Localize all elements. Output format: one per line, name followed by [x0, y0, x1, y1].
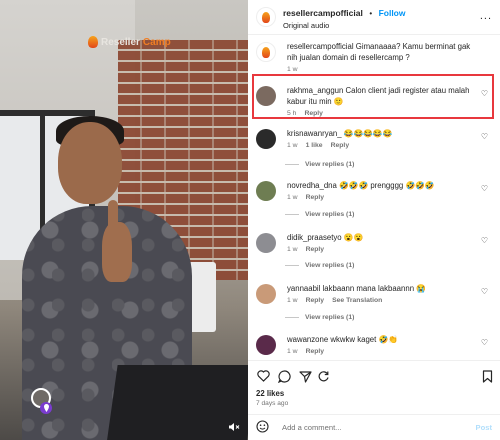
- like-comment-heart-icon[interactable]: ♡: [481, 184, 488, 193]
- reply-button[interactable]: Reply: [306, 194, 325, 201]
- reply-button[interactable]: Reply: [306, 297, 325, 304]
- comment-text: 😂😂😂😂😂: [343, 129, 393, 138]
- original-audio-link[interactable]: Original audio: [283, 21, 406, 31]
- pin-icon[interactable]: [40, 402, 52, 414]
- share-icon[interactable]: [298, 369, 312, 383]
- watermark-text-a: Reseller: [101, 36, 140, 48]
- view-replies-button[interactable]: View replies (1): [285, 262, 354, 269]
- resellercamp-logo-icon: [262, 46, 270, 58]
- bookmark-icon[interactable]: [480, 369, 494, 383]
- comment-time[interactable]: 1 w: [287, 142, 298, 149]
- emoji-icon[interactable]: [256, 419, 270, 436]
- resellercamp-logo-icon: [88, 36, 98, 48]
- comment-text: 🤣🤣🤣 prengggg 🤣🤣🤣: [339, 181, 435, 190]
- video-watermark: Reseller Camp: [88, 36, 171, 48]
- video-person-finger: [108, 200, 118, 232]
- video-person-head: [58, 122, 122, 204]
- comment-item: yannaabil lakbaann mana lakbaannn 😭 1 w R…: [256, 283, 492, 304]
- comment-username[interactable]: rakhma_anggun: [287, 86, 343, 95]
- comment-text: 😮😮: [343, 233, 364, 242]
- see-translation-button[interactable]: See Translation: [332, 297, 382, 304]
- comment-time[interactable]: 1 w: [287, 66, 298, 73]
- view-replies-label: View replies (1): [305, 211, 355, 218]
- add-comment-bar: Post: [248, 414, 500, 440]
- comment-username[interactable]: krisnawanryan_: [287, 129, 342, 138]
- post-button[interactable]: Post: [476, 423, 492, 432]
- view-replies-button[interactable]: View replies (1): [285, 211, 354, 218]
- like-comment-heart-icon[interactable]: ♡: [481, 89, 488, 98]
- view-replies-label: View replies (1): [305, 262, 355, 269]
- reply-button[interactable]: Reply: [304, 110, 323, 117]
- author-avatar[interactable]: [256, 7, 276, 27]
- heart-outline-icon[interactable]: [256, 369, 270, 383]
- comment-time[interactable]: 1 w: [287, 297, 298, 304]
- caption-avatar[interactable]: [256, 42, 276, 62]
- add-comment-input[interactable]: [282, 423, 452, 432]
- comment-time[interactable]: 1 w: [287, 348, 298, 355]
- reel-video[interactable]: Reseller Camp: [0, 0, 248, 440]
- reply-button[interactable]: Reply: [331, 142, 350, 149]
- reply-button[interactable]: Reply: [306, 246, 325, 253]
- comment-avatar[interactable]: [256, 335, 276, 355]
- comment-username[interactable]: wawanzone: [287, 335, 328, 344]
- view-replies-label: View replies (1): [305, 314, 355, 321]
- caption-comment: resellercampofficial Gimanaaaa? Kamu ber…: [256, 41, 492, 73]
- comment-text: lakbaann mana lakbaannn 😭: [322, 284, 426, 293]
- comment-username[interactable]: novredha_dna: [287, 181, 337, 190]
- comment-avatar[interactable]: [256, 233, 276, 253]
- like-comment-heart-icon[interactable]: ♡: [481, 338, 488, 347]
- view-replies-button[interactable]: View replies (1): [285, 161, 354, 168]
- replies-line: [285, 164, 299, 165]
- post-header: resellercampofficial • Follow Original a…: [248, 0, 500, 34]
- comment-time[interactable]: 1 w: [287, 246, 298, 253]
- comment-text: wkwkw kaget 🤣👏: [330, 335, 398, 344]
- comment-item: rakhma_anggun Calon client jadi register…: [256, 85, 492, 117]
- like-comment-heart-icon[interactable]: ♡: [481, 236, 488, 245]
- comment-time[interactable]: 1 w: [287, 194, 298, 201]
- video-person-hand: [102, 222, 132, 282]
- comment-icon[interactable]: [277, 369, 291, 383]
- post-time: 7 days ago: [256, 400, 289, 407]
- author-username[interactable]: resellercampofficial: [283, 8, 363, 19]
- comment-item: krisnawanryan_ 😂😂😂😂😂 1 w 1 like Reply ♡: [256, 128, 492, 149]
- comment-username[interactable]: resellercampofficial: [287, 42, 354, 51]
- more-options-icon[interactable]: ...: [480, 10, 492, 22]
- post-actions-bar: [248, 360, 500, 390]
- likes-count[interactable]: 22 likes: [256, 389, 284, 398]
- watermark-text-b: Camp: [142, 36, 171, 48]
- view-replies-label: View replies (1): [305, 161, 355, 168]
- header-divider: [248, 34, 500, 35]
- comment-avatar[interactable]: [256, 129, 276, 149]
- replies-line: [285, 265, 299, 266]
- comment-username[interactable]: yannaabil: [287, 284, 320, 293]
- comment-avatar[interactable]: [256, 181, 276, 201]
- comment-item: wawanzone wkwkw kaget 🤣👏 1 w Reply ♡: [256, 334, 492, 355]
- comment-likes[interactable]: 1 like: [306, 142, 323, 149]
- separator-dot: •: [369, 9, 373, 19]
- comment-item: novredha_dna 🤣🤣🤣 prengggg 🤣🤣🤣 1 w Reply ♡: [256, 180, 492, 201]
- reply-button[interactable]: Reply: [306, 348, 325, 355]
- resellercamp-logo-icon: [262, 11, 270, 23]
- rotate-icon[interactable]: [316, 369, 330, 383]
- like-comment-heart-icon[interactable]: ♡: [481, 287, 488, 296]
- comment-avatar[interactable]: [256, 86, 276, 106]
- comment-username[interactable]: didik_praasetyo: [287, 233, 342, 242]
- comment-avatar[interactable]: [256, 284, 276, 304]
- comments-panel: resellercampofficial • Follow Original a…: [248, 0, 500, 440]
- like-comment-heart-icon[interactable]: ♡: [481, 132, 488, 141]
- follow-button[interactable]: Follow: [379, 8, 406, 19]
- comment-item: didik_praasetyo 😮😮 1 w Reply ♡: [256, 232, 492, 253]
- replies-line: [285, 214, 299, 215]
- volume-mute-icon[interactable]: [227, 420, 241, 434]
- comment-time[interactable]: 5 h: [287, 110, 296, 117]
- replies-line: [285, 317, 299, 318]
- view-replies-button[interactable]: View replies (1): [285, 314, 354, 321]
